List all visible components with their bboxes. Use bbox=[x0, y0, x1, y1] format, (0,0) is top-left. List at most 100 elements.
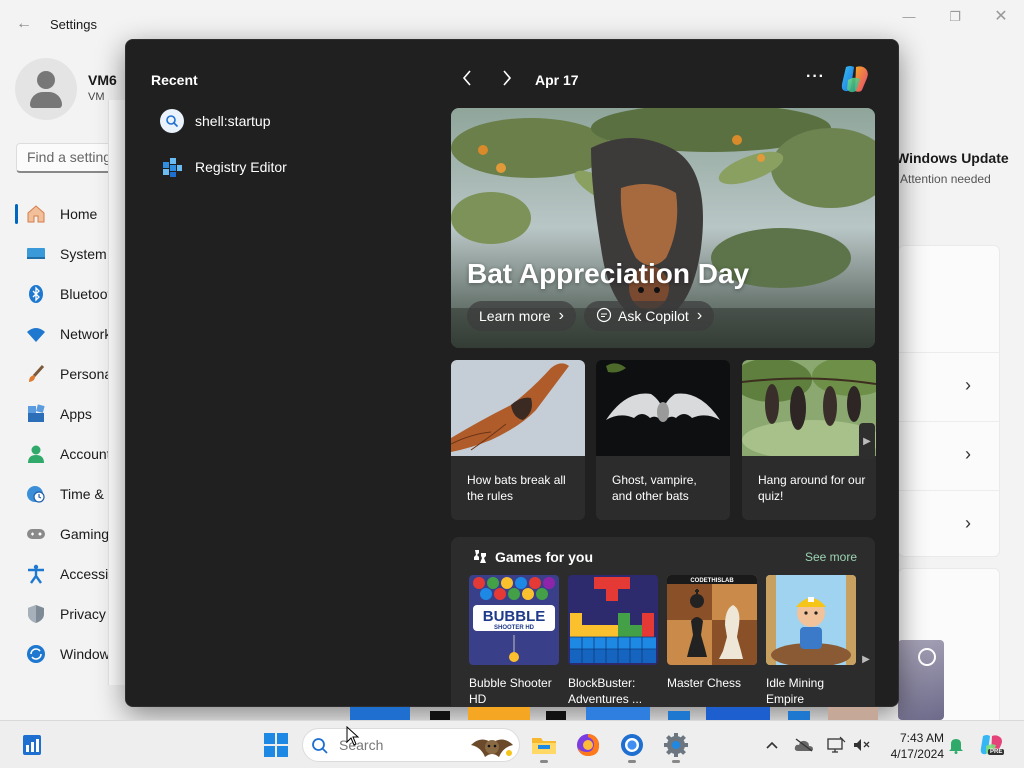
profile-name: VM6 bbox=[88, 72, 117, 88]
clock-globe-icon bbox=[26, 484, 46, 504]
update-status: Attention needed bbox=[900, 172, 991, 186]
settings-gear-icon[interactable] bbox=[660, 729, 692, 763]
news-card[interactable]: How bats break all the rules bbox=[451, 360, 585, 520]
game-name: Idle Mining bbox=[766, 676, 825, 690]
system-icon bbox=[26, 244, 46, 264]
close-button[interactable]: ✕ bbox=[987, 8, 1015, 28]
news-card[interactable]: Hang around for our quiz! bbox=[742, 360, 876, 520]
preview-badge: PRE bbox=[988, 749, 1005, 755]
games-title: Games for you bbox=[495, 549, 594, 565]
sidebar-item-label: System bbox=[60, 246, 107, 262]
next-arrow-icon[interactable] bbox=[496, 68, 518, 90]
network-icon[interactable] bbox=[826, 735, 846, 755]
see-more-link[interactable]: See more bbox=[805, 550, 857, 564]
codethislab-banner: CODETHISLAB bbox=[690, 578, 734, 584]
recent-item[interactable]: shell:startup bbox=[159, 107, 270, 135]
chevron-right-icon: › bbox=[696, 307, 703, 324]
search-icon bbox=[311, 737, 329, 760]
taskbar-search-box[interactable]: Search bbox=[302, 728, 520, 762]
scroll-right-icon[interactable]: ▶ bbox=[859, 642, 873, 676]
maximize-button[interactable]: ❐ bbox=[941, 8, 969, 28]
chevron-right-icon: › bbox=[965, 375, 971, 395]
news-caption: Hang around for our quiz! bbox=[758, 473, 866, 503]
bat-night-image bbox=[596, 360, 730, 456]
bluetooth-icon bbox=[26, 284, 46, 304]
game-tile[interactable]: Idle Mining Empire bbox=[766, 575, 856, 706]
game-name: HD bbox=[469, 692, 487, 706]
system-clock[interactable]: 7:43 AM 4/17/2024 bbox=[886, 730, 944, 762]
ask-copilot-button[interactable]: Ask Copilot › bbox=[584, 301, 715, 331]
start-menu: Recent shell:startup Registry Editor Apr… bbox=[125, 39, 899, 707]
avatar[interactable] bbox=[15, 58, 77, 120]
search-icon bbox=[159, 108, 185, 134]
file-explorer-icon[interactable] bbox=[528, 729, 560, 763]
blockbuster-image bbox=[568, 575, 658, 665]
hero-card[interactable]: Bat Appreciation Day Learn more › Ask Co… bbox=[451, 108, 875, 348]
game-name: Empire bbox=[766, 692, 805, 706]
search-highlight-bat-icon bbox=[469, 731, 515, 766]
master-chess-image: CODETHISLAB bbox=[667, 575, 757, 665]
news-caption: Ghost, vampire, and other bats bbox=[612, 473, 697, 503]
chevron-up-icon[interactable] bbox=[762, 735, 782, 755]
mouse-cursor-icon bbox=[346, 725, 360, 751]
bubble-logo-text: BUBBLE bbox=[483, 608, 546, 625]
copilot-taskbar-icon[interactable]: PRE bbox=[978, 735, 1008, 755]
bat-flying-image bbox=[451, 360, 585, 456]
previous-arrow-icon[interactable] bbox=[456, 68, 478, 90]
chrome-browser-icon[interactable] bbox=[616, 729, 648, 763]
apps-icon bbox=[26, 404, 46, 424]
game-tile[interactable]: BUBBLE SHOOTER HD Bubble Shooter HD bbox=[469, 575, 559, 706]
games-section: Games for you See more BUBBLE SHOOTER HD… bbox=[451, 537, 875, 706]
running-indicator bbox=[628, 760, 636, 763]
start-button-icon[interactable] bbox=[260, 729, 292, 761]
minimize-button[interactable]: — bbox=[895, 8, 923, 28]
learn-more-button[interactable]: Learn more › bbox=[467, 301, 576, 331]
recent-item[interactable]: Registry Editor bbox=[159, 153, 287, 181]
game-tile[interactable]: CODETHISLAB Master Chess bbox=[667, 575, 757, 691]
sidebar-item-label: Gaming bbox=[60, 526, 110, 542]
game-name: Master Chess bbox=[667, 676, 742, 690]
update-icon bbox=[26, 644, 46, 664]
chess-piece-icon bbox=[471, 547, 491, 567]
recent-heading: Recent bbox=[151, 72, 198, 88]
recent-item-label: shell:startup bbox=[195, 113, 271, 129]
widgets-icon[interactable] bbox=[16, 729, 48, 761]
clock-time: 7:43 AM bbox=[899, 731, 944, 745]
running-indicator bbox=[540, 760, 548, 763]
running-indicator bbox=[672, 760, 680, 763]
ask-copilot-label: Ask Copilot bbox=[618, 308, 689, 324]
more-options-icon[interactable]: ··· bbox=[806, 68, 825, 86]
game-name: Adventures ... bbox=[568, 692, 643, 706]
card-row[interactable]: › bbox=[899, 352, 999, 420]
news-card[interactable]: Ghost, vampire, and other bats bbox=[596, 360, 730, 520]
recent-item-label: Registry Editor bbox=[195, 159, 287, 175]
update-title: Windows Update bbox=[896, 150, 1009, 166]
onedrive-offline-icon[interactable] bbox=[794, 735, 814, 755]
bats-hanging-image bbox=[742, 360, 876, 456]
card-row[interactable]: › bbox=[899, 490, 999, 558]
clock-date: 4/17/2024 bbox=[890, 747, 944, 761]
notification-bell-icon[interactable] bbox=[946, 735, 966, 755]
firefox-icon[interactable] bbox=[572, 729, 604, 761]
feed-date: Apr 17 bbox=[535, 72, 579, 88]
account-icon bbox=[26, 444, 46, 464]
sidebar-item-label: Home bbox=[60, 206, 98, 222]
back-arrow-icon[interactable]: ← bbox=[14, 14, 34, 34]
profile-subtitle: VM bbox=[88, 91, 105, 103]
home-icon bbox=[26, 204, 46, 224]
game-tile[interactable]: BlockBuster: Adventures ... bbox=[568, 575, 658, 706]
volume-muted-icon[interactable] bbox=[852, 735, 872, 755]
scroll-right-icon[interactable]: ▶ bbox=[859, 423, 875, 459]
bubble-shooter-image: BUBBLE SHOOTER HD bbox=[469, 575, 559, 665]
wifi-icon bbox=[26, 324, 46, 344]
registry-editor-icon bbox=[159, 154, 185, 180]
sidebar-item-label: Apps bbox=[60, 406, 92, 422]
copilot-icon[interactable] bbox=[838, 62, 872, 96]
brush-icon bbox=[26, 364, 46, 384]
chevron-right-icon: › bbox=[965, 444, 971, 464]
settings-card: › › › bbox=[898, 245, 1000, 557]
taskbar: Search 7:43 AM 4/17/2024 PRE bbox=[0, 720, 1024, 768]
idle-mining-image bbox=[766, 575, 856, 665]
card-row[interactable]: › bbox=[899, 421, 999, 489]
chevron-right-icon: › bbox=[558, 307, 564, 324]
